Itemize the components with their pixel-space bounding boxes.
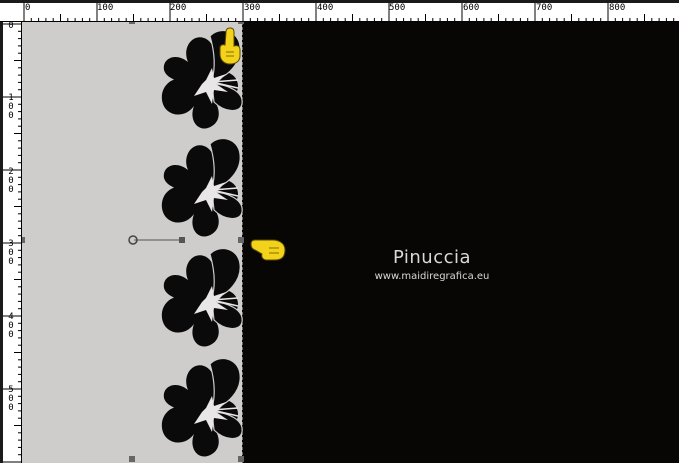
top-ruler-label: 400: [317, 3, 334, 13]
left-ruler[interactable]: 0 100 200 300 400 500: [0, 22, 22, 463]
top-ruler[interactable]: 0 100 200 300 400 500 600 700 800: [0, 0, 679, 22]
image-canvas[interactable]: Pinuccia www.maidiregrafica.eu: [22, 22, 679, 463]
selection-handle-bottom-right[interactable]: [238, 456, 244, 462]
pointing-left-hand-icon: [250, 239, 286, 261]
top-ruler-label: 0: [25, 3, 31, 13]
selection-handle-top[interactable]: [129, 22, 135, 24]
left-ruler-label: 100: [8, 93, 14, 121]
watermark: Pinuccia www.maidiregrafica.eu: [362, 247, 502, 282]
top-ruler-label: 300: [244, 3, 261, 13]
left-ruler-label: 300: [8, 239, 14, 267]
pivot-handle[interactable]: [179, 237, 185, 243]
selection-handle-right[interactable]: [238, 237, 244, 243]
top-ruler-label: 200: [170, 3, 187, 13]
selection-handle-left[interactable]: [22, 237, 25, 243]
top-ruler-label: 500: [389, 3, 406, 13]
flower-border: [22, 22, 286, 463]
left-ruler-label: 500: [8, 385, 14, 413]
top-ruler-label: 800: [609, 3, 626, 13]
selection-handle-top-right[interactable]: [238, 22, 244, 24]
top-ruler-label: 600: [463, 3, 480, 13]
left-ruler-label: 0: [8, 22, 14, 31]
left-ruler-label: 400: [8, 312, 14, 340]
watermark-url: www.maidiregrafica.eu: [374, 271, 490, 282]
top-ruler-label: 100: [97, 3, 114, 13]
selection-handle-bottom[interactable]: [129, 456, 135, 462]
top-ruler-label: 700: [536, 3, 553, 13]
left-ruler-label: 200: [8, 167, 14, 195]
watermark-name: Pinuccia: [392, 247, 472, 268]
